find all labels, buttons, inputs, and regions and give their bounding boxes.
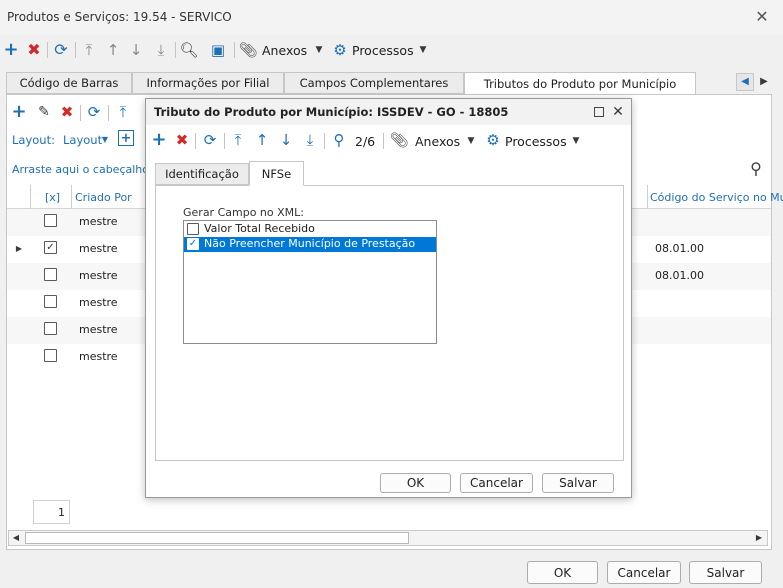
- dialog-gear-icon[interactable]: ⚙: [484, 129, 502, 151]
- row-criado-por: mestre: [79, 296, 118, 309]
- grid-refresh-icon[interactable]: ⟳: [85, 102, 103, 122]
- first-record-icon[interactable]: ⤒: [80, 40, 98, 60]
- tab-scroll-right-icon[interactable]: ▶: [756, 73, 772, 91]
- search-records-icon[interactable]: 🔍︎: [179, 40, 199, 60]
- tab-scroll-left-icon[interactable]: ◀: [736, 73, 754, 91]
- dialog-attachment-icon[interactable]: 📎︎: [389, 129, 408, 151]
- row-checkbox[interactable]: ✓: [44, 241, 57, 254]
- grid-edit-icon[interactable]: ✎: [35, 102, 53, 122]
- row-criado-por: mestre: [79, 269, 118, 282]
- row-criado-por: mestre: [79, 242, 118, 255]
- layout-label: Layout:: [12, 133, 55, 147]
- option-label: Valor Total Recebido: [204, 222, 315, 235]
- row-checkbox[interactable]: [44, 268, 57, 281]
- refresh-icon[interactable]: ⟳: [52, 40, 70, 60]
- add-icon[interactable]: +: [2, 40, 20, 60]
- dialog-first-icon[interactable]: ⤒: [229, 129, 247, 151]
- option-checkbox[interactable]: ✓: [187, 238, 199, 250]
- tab-tributos-municipio[interactable]: Tributos do Produto por Município: [464, 72, 696, 96]
- chevron-down-icon[interactable]: ▼: [570, 133, 582, 149]
- layout-add-icon[interactable]: +: [118, 130, 134, 146]
- dialog-ok-button[interactable]: OK: [380, 473, 451, 493]
- dialog-delete-icon[interactable]: ✖: [173, 129, 191, 151]
- dialog-tab-identificacao[interactable]: Identificação: [155, 163, 249, 185]
- scrollbar-thumb[interactable]: [25, 532, 409, 544]
- column-header-codigo-servico[interactable]: Código do Serviço no Mu: [650, 191, 783, 204]
- maximize-icon[interactable]: [594, 107, 604, 117]
- row-codigo: 08.01.00: [655, 242, 704, 255]
- grid-first-icon[interactable]: ⤒: [114, 102, 132, 122]
- record-position: 2/6: [355, 134, 376, 149]
- chevron-down-icon[interactable]: ▼: [313, 42, 325, 58]
- column-header-check[interactable]: [x]: [45, 191, 60, 204]
- tab-codigo-barras[interactable]: Código de Barras: [6, 72, 132, 94]
- tributo-dialog: Tributo do Produto por Município: ISSDEV…: [145, 98, 632, 498]
- gear-icon[interactable]: ⚙: [331, 40, 349, 60]
- processos-menu[interactable]: Processos: [352, 43, 414, 58]
- grid-delete-icon[interactable]: ✖: [58, 102, 76, 122]
- option-checkbox[interactable]: [187, 223, 199, 235]
- page-number-box[interactable]: 1: [33, 500, 70, 524]
- dialog-previous-icon[interactable]: ↑: [253, 129, 271, 151]
- previous-record-icon[interactable]: ↑: [104, 40, 122, 60]
- dialog-tab-nfse[interactable]: NFSe: [249, 161, 304, 186]
- row-criado-por: mestre: [79, 323, 118, 336]
- dialog-anexos-menu[interactable]: Anexos: [415, 134, 460, 149]
- dialog-last-icon[interactable]: ⤓: [301, 129, 319, 151]
- main-toolbar: + ✖ ⟳ ⤒ ↑ ↓ ⤓ 🔍︎ ▣ 📎︎ Anexos ▼ ⚙ Process…: [0, 38, 783, 64]
- scroll-left-icon[interactable]: ◀: [9, 531, 23, 545]
- current-row-indicator-icon: ▶: [15, 244, 23, 253]
- dialog-save-button[interactable]: Salvar: [542, 473, 614, 493]
- dialog-search-icon[interactable]: ⚲: [329, 129, 349, 151]
- option-label: Não Preencher Município de Prestação: [204, 237, 416, 250]
- row-codigo: 08.01.00: [655, 269, 704, 282]
- tab-informacoes-filial[interactable]: Informações por Filial: [132, 72, 284, 94]
- dialog-processos-menu[interactable]: Processos: [505, 134, 567, 149]
- footer-cancel-button[interactable]: Cancelar: [607, 561, 681, 584]
- next-record-icon[interactable]: ↓: [127, 40, 145, 60]
- chevron-down-icon[interactable]: ▼: [417, 42, 429, 58]
- grid-search-icon[interactable]: ⚲: [746, 159, 766, 179]
- dialog-refresh-icon[interactable]: ⟳: [201, 129, 219, 151]
- dialog-cancel-button[interactable]: Cancelar: [460, 473, 533, 493]
- row-criado-por: mestre: [79, 350, 118, 363]
- row-checkbox[interactable]: [44, 322, 57, 335]
- anexos-menu[interactable]: Anexos: [262, 43, 307, 58]
- export-icon[interactable]: ▣: [208, 40, 228, 60]
- row-checkbox[interactable]: [44, 349, 57, 362]
- footer-save-button[interactable]: Salvar: [689, 561, 762, 584]
- dialog-close-icon[interactable]: ✕: [610, 103, 626, 121]
- chevron-down-icon[interactable]: ▼: [465, 133, 477, 149]
- delete-icon[interactable]: ✖: [25, 40, 43, 60]
- dialog-add-icon[interactable]: +: [150, 129, 168, 151]
- dialog-next-icon[interactable]: ↓: [277, 129, 295, 151]
- footer-ok-button[interactable]: OK: [527, 561, 598, 584]
- window-title: Produtos e Serviços: 19.54 - SERVICO: [7, 10, 232, 24]
- layout-chevron-icon[interactable]: ▼: [100, 133, 110, 147]
- grid-add-icon[interactable]: +: [10, 102, 28, 122]
- attachment-icon[interactable]: 📎︎: [238, 40, 257, 60]
- scroll-right-icon[interactable]: ▶: [752, 531, 766, 545]
- tab-campos-complementares[interactable]: Campos Complementares: [284, 72, 464, 94]
- group-hint: Arraste aqui o cabeçalho de: [12, 163, 167, 176]
- close-window-icon[interactable]: ✕: [752, 8, 772, 26]
- dialog-title: Tributo do Produto por Município: ISSDEV…: [154, 105, 509, 119]
- row-checkbox[interactable]: [44, 295, 57, 308]
- row-criado-por: mestre: [79, 215, 118, 228]
- column-header-criado-por[interactable]: Criado Por: [75, 191, 132, 204]
- last-record-icon[interactable]: ⤓: [152, 40, 170, 60]
- xml-field-label: Gerar Campo no XML:: [183, 206, 304, 219]
- layout-menu[interactable]: Layout: [63, 133, 102, 147]
- row-checkbox[interactable]: [44, 214, 57, 227]
